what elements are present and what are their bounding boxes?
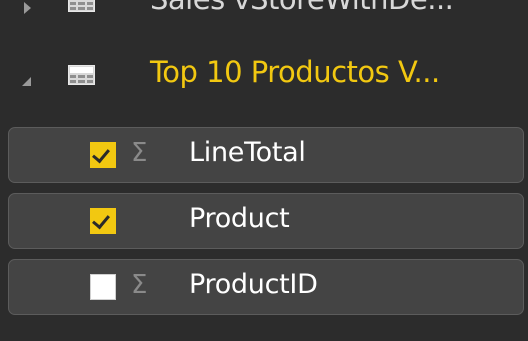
checkmark-icon (92, 144, 110, 164)
collapse-arrow-icon[interactable] (22, 77, 31, 86)
field-checkbox[interactable] (90, 274, 116, 300)
sigma-icon: Σ (131, 270, 148, 300)
expand-arrow-icon[interactable] (24, 2, 31, 14)
field-name: LineTotal (189, 137, 306, 168)
field-item-linetotal[interactable]: Σ LineTotal (8, 127, 524, 183)
field-checkbox[interactable] (90, 142, 116, 168)
field-item-productid[interactable]: Σ ProductID (8, 259, 524, 315)
field-name: Product (189, 203, 290, 234)
table-row-top10[interactable]: Top 10 Productos V... (0, 47, 528, 107)
table-grid-icon (68, 0, 95, 12)
field-item-product[interactable]: Product (8, 193, 524, 249)
field-name: ProductID (189, 269, 318, 300)
table-row-sales[interactable]: Sales vStoreWithDe... (0, 0, 528, 30)
checkmark-icon (92, 210, 110, 230)
table-name[interactable]: Top 10 Productos V... (150, 55, 440, 89)
table-name[interactable]: Sales vStoreWithDe... (150, 0, 454, 16)
table-grid-icon (68, 65, 95, 85)
sigma-icon: Σ (131, 138, 148, 168)
field-checkbox[interactable] (90, 208, 116, 234)
fields-pane: Sales vStoreWithDe... Top 10 Productos V… (0, 0, 528, 341)
